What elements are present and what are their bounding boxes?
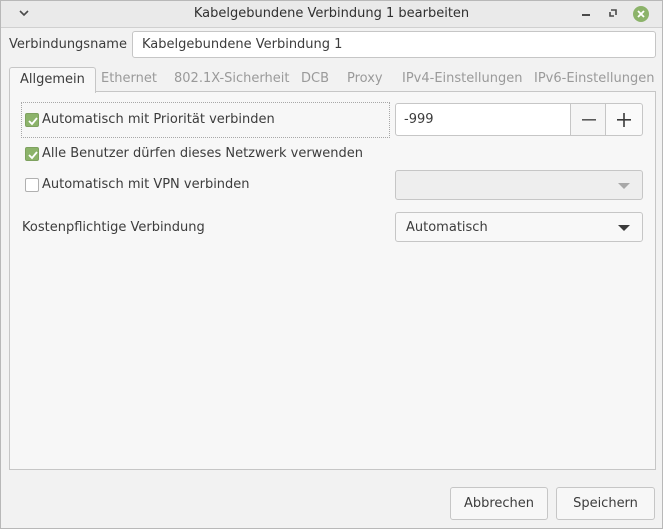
check-icon — [28, 117, 38, 126]
priority-decrement-button[interactable] — [570, 103, 606, 136]
tab-proxy[interactable]: Proxy — [347, 67, 383, 92]
restore-icon[interactable] — [605, 5, 621, 21]
auto-vpn-checkbox[interactable] — [25, 178, 39, 192]
all-users-label[interactable]: Alle Benutzer dürfen dieses Netzwerk ver… — [42, 146, 363, 161]
vpn-select[interactable] — [395, 170, 643, 200]
priority-increment-button[interactable] — [605, 103, 643, 136]
check-icon — [28, 151, 38, 160]
title-bar: Kabelgebundene Verbindung 1 bearbeiten — [1, 1, 662, 28]
all-users-checkbox[interactable] — [25, 147, 39, 161]
edit-connection-dialog: Kabelgebundene Verbindung 1 bearbeiten V… — [0, 0, 663, 529]
tab-ipv4-settings[interactable]: IPv4-Einstellungen — [402, 67, 522, 92]
tab-ipv6-settings[interactable]: IPv6-Einstellungen — [534, 67, 654, 92]
window-title: Kabelgebundene Verbindung 1 bearbeiten — [193, 6, 470, 21]
cancel-button[interactable]: Abbrechen — [450, 487, 548, 520]
metered-connection-value: Automatisch — [406, 220, 488, 235]
plus-icon — [617, 113, 631, 127]
metered-connection-label: Kostenpflichtige Verbindung — [22, 220, 205, 235]
dropdown-arrow-icon — [618, 183, 630, 189]
close-icon[interactable] — [633, 6, 649, 22]
minus-icon — [582, 119, 596, 121]
save-button[interactable]: Speichern — [556, 487, 655, 520]
metered-connection-select[interactable]: Automatisch — [395, 212, 643, 242]
dropdown-arrow-icon — [618, 225, 630, 231]
tab-dcb[interactable]: DCB — [301, 67, 329, 92]
auto-vpn-label[interactable]: Automatisch mit VPN verbinden — [42, 177, 250, 192]
minimize-icon[interactable] — [579, 5, 593, 21]
priority-input[interactable] — [395, 103, 571, 136]
tab-ethernet[interactable]: Ethernet — [101, 67, 157, 92]
connection-name-label: Verbindungsname — [9, 37, 127, 52]
auto-connect-label[interactable]: Automatisch mit Priorität verbinden — [42, 112, 275, 127]
connection-name-input[interactable] — [132, 31, 656, 58]
tab-allgemein[interactable]: Allgemein — [9, 67, 96, 93]
tab-bar: Allgemein Ethernet 802.1X-Sicherheit DCB… — [9, 67, 657, 93]
tab-8021x-security[interactable]: 802.1X-Sicherheit — [174, 67, 289, 92]
auto-connect-checkbox[interactable] — [25, 113, 39, 127]
